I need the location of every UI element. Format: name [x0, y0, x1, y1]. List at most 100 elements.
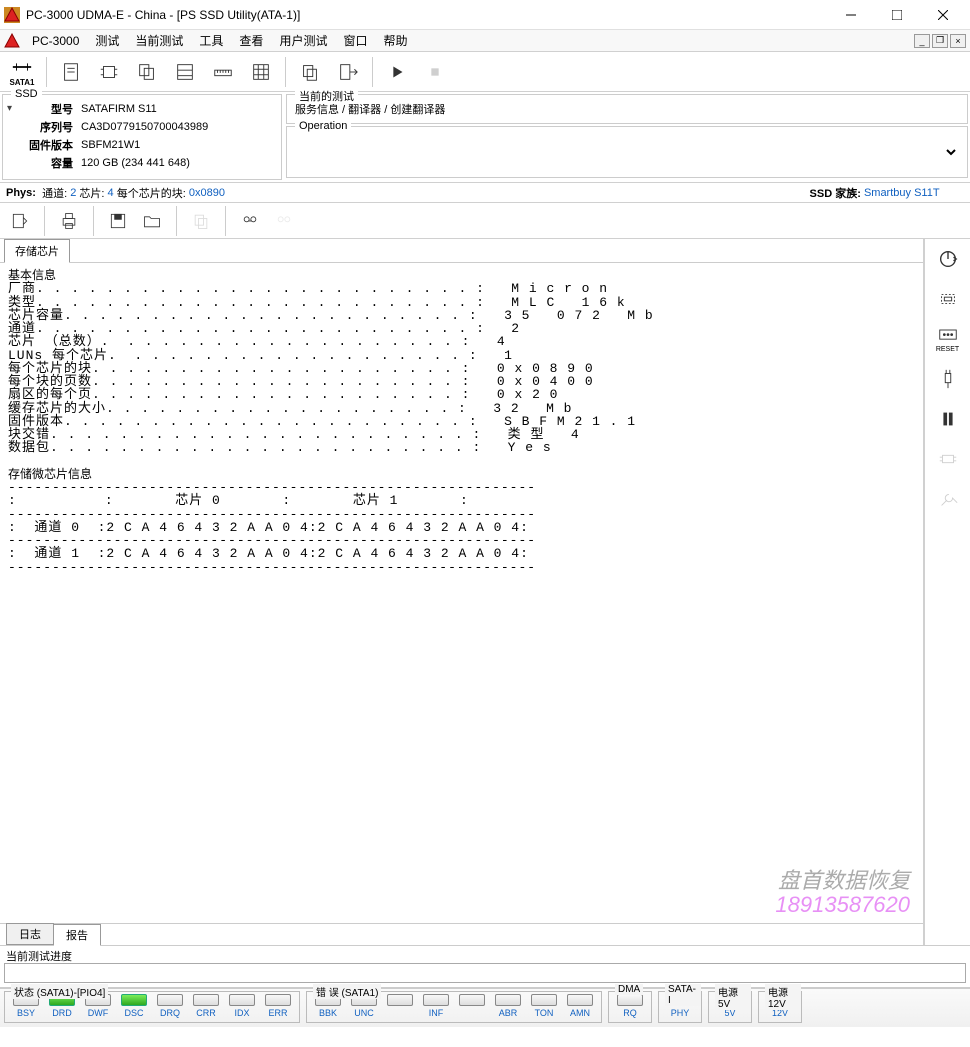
led-indicator	[387, 994, 413, 1006]
copy-icon[interactable]	[292, 54, 328, 90]
power-icon[interactable]	[932, 245, 964, 273]
ssd-fw-label: 固件版本	[29, 137, 79, 153]
phys-chip-value: 4	[108, 187, 114, 199]
led-blank	[455, 994, 489, 1018]
table-icon[interactable]	[167, 54, 203, 90]
led-abr: ABR	[491, 994, 525, 1018]
status-group-g2: 错 误 (SATA1)BBKUNCINFABRTONAMN	[306, 991, 602, 1023]
led-blank	[383, 994, 417, 1018]
tab-storage-chip[interactable]: 存储芯片	[4, 239, 70, 263]
chip-icon[interactable]	[91, 54, 127, 90]
main-toolbar: SATA1	[0, 52, 970, 92]
led-label: TON	[535, 1008, 554, 1018]
sata-port-button[interactable]: SATA1	[4, 54, 40, 90]
play-icon[interactable]	[379, 54, 415, 90]
print-icon[interactable]	[55, 207, 83, 235]
phys-blocks-value: 0x0890	[189, 187, 225, 199]
mdi-minimize[interactable]: _	[914, 34, 930, 48]
operation-dropdown[interactable]	[295, 143, 959, 161]
app-icon-small	[4, 33, 20, 49]
tab-report[interactable]: 报告	[53, 924, 101, 946]
menu-app[interactable]: PC-3000	[24, 32, 87, 50]
led-indicator	[193, 994, 219, 1006]
status-group-g3: DMARQ	[608, 991, 652, 1023]
document-icon[interactable]	[53, 54, 89, 90]
window-title: PC-3000 UDMA-E - China - [PS SSD Utility…	[26, 8, 828, 22]
current-test-legend: 当前的测试	[295, 88, 358, 104]
menu-user-test[interactable]: 用户测试	[271, 30, 335, 51]
led-label: BBK	[319, 1008, 337, 1018]
menu-current-test[interactable]: 当前测试	[127, 30, 191, 51]
exit-icon[interactable]	[330, 54, 366, 90]
status-legend: SATA-I	[665, 984, 701, 1006]
ssd-fw-value: SBFM21W1	[81, 137, 208, 153]
led-label: PHY	[671, 1008, 690, 1018]
led-indicator	[531, 994, 557, 1006]
status-legend: 错 误 (SATA1)	[313, 984, 381, 999]
close-button[interactable]	[920, 1, 966, 29]
reset-icon[interactable]: RESET	[932, 325, 964, 353]
export-icon[interactable]	[6, 207, 34, 235]
stop-icon[interactable]	[417, 54, 453, 90]
ssd-serial-label: 序列号	[29, 119, 79, 135]
open-icon[interactable]	[138, 207, 166, 235]
led-label: ABR	[499, 1008, 518, 1018]
plug-icon[interactable]	[932, 365, 964, 393]
tab-log[interactable]: 日志	[6, 923, 54, 945]
led-indicator	[459, 994, 485, 1006]
led-indicator	[617, 994, 643, 1006]
menu-test[interactable]: 测试	[87, 30, 127, 51]
led-indicator	[423, 994, 449, 1006]
ssd-cap-label: 容量	[29, 155, 79, 171]
save-icon[interactable]	[104, 207, 132, 235]
find-icon[interactable]	[236, 207, 264, 235]
status-legend: DMA	[615, 984, 643, 995]
grid-icon[interactable]	[243, 54, 279, 90]
collapse-arrow-icon[interactable]: ▾	[7, 103, 19, 114]
tools-dim-icon[interactable]	[932, 485, 964, 513]
ssd-model-label: 型号	[29, 101, 79, 117]
mdi-restore[interactable]: ❐	[932, 34, 948, 48]
ruler-icon[interactable]	[205, 54, 241, 90]
bottom-tab-row: 日志 报告	[0, 923, 923, 945]
menu-view[interactable]: 查看	[231, 30, 271, 51]
led-rq: RQ	[613, 994, 647, 1018]
phys-blocks-label: 每个芯片的块:	[117, 185, 186, 201]
led-label: DRD	[52, 1008, 72, 1018]
led-indicator	[157, 994, 183, 1006]
chip-dim-icon[interactable]	[932, 445, 964, 473]
ssd-cap-value: 120 GB (234 441 648)	[81, 155, 208, 171]
phys-chip-label: 芯片:	[79, 185, 104, 201]
minimize-button[interactable]	[828, 1, 874, 29]
led-label: BSY	[17, 1008, 35, 1018]
led-indicator	[567, 994, 593, 1006]
breadcrumb: 服务信息 / 翻译器 / 创建翻译器	[295, 104, 445, 116]
mdi-close[interactable]: ×	[950, 34, 966, 48]
menu-tools[interactable]: 工具	[191, 30, 231, 51]
led-indicator	[495, 994, 521, 1006]
operation-panel: Operation	[286, 126, 968, 178]
phys-bar: Phys: 通道: 2 芯片: 4 每个芯片的块: 0x0890 SSD 家族:…	[0, 183, 970, 203]
led-idx: IDX	[225, 994, 259, 1018]
progress-label: 当前测试进度	[0, 945, 970, 963]
status-group-g6: 电源 12V12V	[758, 991, 802, 1023]
output-area: 基本信息 厂商. . . . . . . . . . . . . . . . .…	[0, 263, 923, 923]
led-label: ERR	[268, 1008, 287, 1018]
led-label: UNC	[354, 1008, 374, 1018]
files-icon[interactable]	[129, 54, 165, 90]
pause-icon[interactable]	[932, 405, 964, 433]
chip-side-icon[interactable]	[932, 285, 964, 313]
menubar: PC-3000 测试 当前测试 工具 查看 用户测试 窗口 帮助 _ ❐ ×	[0, 30, 970, 52]
ssd-serial-value: CA3D0779150700043989	[81, 119, 208, 135]
find-next-icon	[270, 207, 298, 235]
led-label: CRR	[196, 1008, 216, 1018]
maximize-button[interactable]	[874, 1, 920, 29]
operation-legend: Operation	[295, 120, 351, 132]
app-icon	[4, 7, 20, 23]
menu-help[interactable]: 帮助	[375, 30, 415, 51]
led-err: ERR	[261, 994, 295, 1018]
secondary-toolbar	[0, 203, 970, 239]
status-legend: 电源 5V	[715, 984, 751, 1010]
phys-ch-value: 2	[70, 187, 76, 199]
menu-window[interactable]: 窗口	[335, 30, 375, 51]
